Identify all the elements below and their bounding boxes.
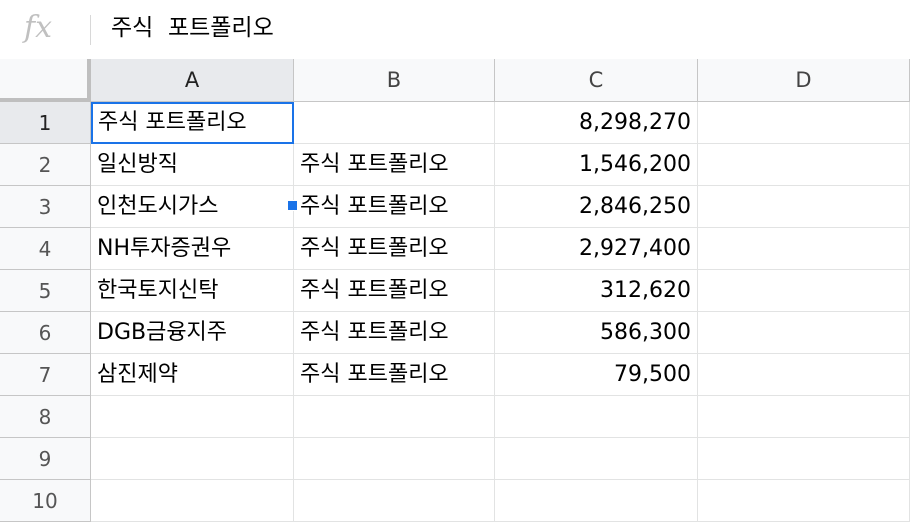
grid-cell[interactable]: 주식 포트폴리오 — [294, 144, 495, 186]
grid-cell[interactable]: 1,546,200 — [495, 144, 698, 186]
grid-cell[interactable] — [698, 228, 910, 270]
grid-cell[interactable] — [495, 480, 698, 522]
grid-cell[interactable]: 일신방직 — [91, 144, 294, 186]
grid-cell[interactable] — [698, 312, 910, 354]
row-header[interactable]: 6 — [0, 312, 91, 354]
grid-cell[interactable] — [698, 438, 910, 480]
select-all-corner[interactable] — [0, 59, 91, 102]
grid-cell[interactable] — [91, 396, 294, 438]
grid-cell[interactable] — [294, 438, 495, 480]
grid-cell[interactable]: 주식 포트폴리오 — [294, 186, 495, 228]
grid-cell[interactable]: 8,298,270 — [495, 102, 698, 144]
spreadsheet-grid: A B C D 1 주식 포트폴리오 8,298,270 2 일신방직 주식 포트폴리오 1,546… — [0, 59, 910, 522]
grid-cell[interactable]: 주식 포트폴리오 — [294, 354, 495, 396]
grid-cell[interactable] — [91, 438, 294, 480]
grid-cell[interactable]: 주식 포트폴리오 — [294, 312, 495, 354]
grid-cell[interactable] — [294, 480, 495, 522]
row-header[interactable]: 1 — [0, 102, 91, 144]
row-header[interactable]: 10 — [0, 480, 91, 522]
grid-cell[interactable]: 2,927,400 — [495, 228, 698, 270]
grid-cell[interactable]: 한국토지신탁 — [91, 270, 294, 312]
fx-icon: fx — [24, 10, 53, 45]
column-header-d[interactable]: D — [698, 59, 910, 102]
row-header[interactable]: 4 — [0, 228, 91, 270]
fill-handle[interactable] — [287, 200, 298, 211]
grid-cell[interactable] — [294, 102, 495, 144]
formula-bar: fx 주식 포트폴리오 — [0, 0, 910, 58]
grid-cell[interactable]: 주식 포트폴리오 — [294, 228, 495, 270]
grid-cell[interactable]: DGB금융지주 — [91, 312, 294, 354]
selected-cell[interactable]: 주식 포트폴리오 — [91, 102, 294, 144]
grid-cell[interactable] — [698, 354, 910, 396]
formula-bar-divider — [90, 15, 91, 45]
grid-cell[interactable] — [495, 396, 698, 438]
column-header-c[interactable]: C — [495, 59, 698, 102]
grid-cell[interactable] — [294, 396, 495, 438]
column-header-b[interactable]: B — [294, 59, 495, 102]
grid-cell[interactable] — [698, 186, 910, 228]
grid-cell[interactable] — [698, 102, 910, 144]
grid-cell[interactable]: 312,620 — [495, 270, 698, 312]
grid-cell[interactable]: 79,500 — [495, 354, 698, 396]
grid-cell[interactable] — [698, 144, 910, 186]
row-header[interactable]: 3 — [0, 186, 91, 228]
grid-cell[interactable]: 2,846,250 — [495, 186, 698, 228]
row-header[interactable]: 7 — [0, 354, 91, 396]
grid-cell[interactable] — [698, 270, 910, 312]
row-header[interactable]: 5 — [0, 270, 91, 312]
row-header[interactable]: 2 — [0, 144, 91, 186]
row-header[interactable]: 8 — [0, 396, 91, 438]
row-header[interactable]: 9 — [0, 438, 91, 480]
column-header-a[interactable]: A — [91, 59, 294, 102]
grid-cell[interactable] — [698, 396, 910, 438]
grid-cell[interactable]: 인천도시가스 — [91, 186, 294, 228]
formula-input[interactable]: 주식 포트폴리오 — [111, 10, 891, 46]
grid-cell[interactable] — [495, 438, 698, 480]
grid-cell[interactable]: 586,300 — [495, 312, 698, 354]
grid-cell[interactable]: NH투자증권우 — [91, 228, 294, 270]
grid-cell[interactable] — [698, 480, 910, 522]
grid-cell[interactable]: 삼진제약 — [91, 354, 294, 396]
grid-cell[interactable]: 주식 포트폴리오 — [294, 270, 495, 312]
grid-cell[interactable] — [91, 480, 294, 522]
